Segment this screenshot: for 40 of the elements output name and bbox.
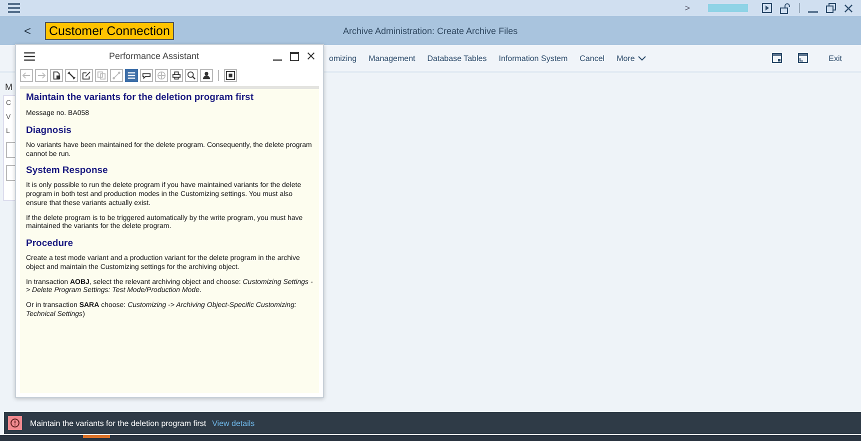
toolbar-button[interactable]: Information System (494, 52, 573, 64)
section-heading: Diagnosis (26, 124, 72, 136)
exit-button[interactable]: Exit (824, 52, 847, 64)
section-heading: System Response (26, 165, 109, 176)
menu-icon[interactable] (8, 3, 20, 13)
popup-title: Performance Assistant (108, 51, 200, 61)
back-button[interactable]: < (24, 24, 32, 38)
view-details-link[interactable]: View details (212, 418, 255, 428)
play-icon[interactable] (762, 3, 772, 13)
toolbar-button[interactable]: Management (364, 52, 420, 64)
person-icon[interactable] (200, 68, 213, 82)
unlock-icon[interactable] (780, 2, 791, 14)
error-icon (8, 416, 22, 430)
close-icon[interactable] (307, 52, 315, 60)
comment-icon[interactable] (140, 68, 153, 82)
toolbar-button[interactable]: Cancel (574, 52, 610, 64)
window-icon[interactable] (772, 53, 782, 63)
window-icon[interactable] (798, 53, 808, 63)
toolbar-button[interactable]: omizing (324, 52, 362, 64)
caret-icon (638, 56, 646, 60)
help-title: Maintain the variants for the deletion program first (26, 92, 255, 103)
section-heading: Procedure (26, 238, 74, 249)
list-icon[interactable] (125, 68, 138, 82)
menu-icon[interactable] (24, 52, 35, 60)
print-icon[interactable] (170, 68, 183, 82)
document-icon[interactable] (50, 68, 63, 82)
box-icon[interactable] (224, 68, 237, 82)
chevron[interactable]: > (684, 3, 690, 13)
form-label: M (5, 82, 12, 92)
toolbar-button[interactable]: Database Tables (422, 52, 492, 64)
edit-icon[interactable] (80, 68, 93, 82)
zoom-icon[interactable] (185, 68, 198, 82)
more-menu-button[interactable]: More (612, 52, 651, 64)
system-badge: Customer Connection (45, 22, 174, 40)
message-text: Maintain the variants for the deletion program first (30, 418, 206, 428)
maximize-icon[interactable] (290, 52, 299, 60)
close-icon[interactable] (844, 4, 853, 12)
command-field[interactable] (708, 4, 748, 12)
restore-icon[interactable] (826, 3, 836, 13)
window-title: Archive Administration: Create Archive Files (343, 26, 518, 36)
